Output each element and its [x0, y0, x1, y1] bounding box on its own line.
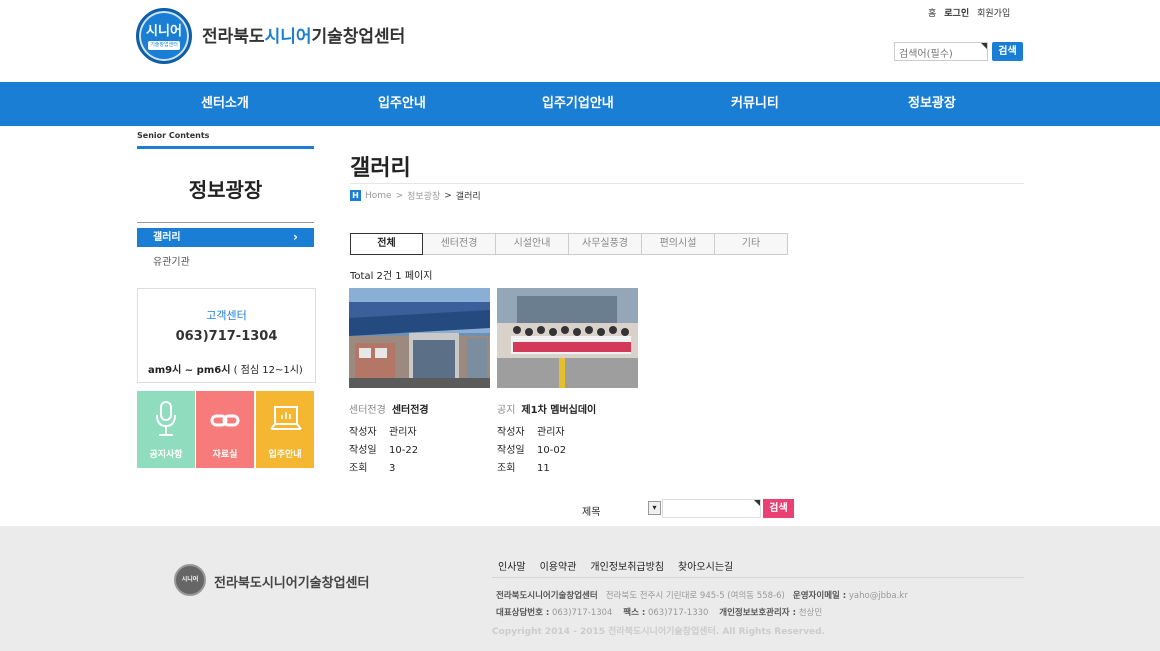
- login-link[interactable]: 로그인: [944, 6, 969, 19]
- tab-facilities[interactable]: 시설안내: [496, 233, 569, 255]
- footer-link-terms[interactable]: 이용약관: [540, 558, 577, 573]
- footer-logo: 시니어: [174, 564, 206, 596]
- microphone-icon: [156, 401, 176, 436]
- gallery-card: 센터전경 센터전경 작성자 관리자 작성일 10-22 조회 3: [349, 288, 491, 477]
- customer-center-box: 고객센터 063)717-1304 am9시 ~ pm6시 ( 점심 12~1시…: [137, 288, 316, 383]
- home-icon: H: [350, 190, 361, 201]
- sidebar-divider: [137, 146, 314, 149]
- logo-subtext: 기술창업센터: [148, 41, 180, 50]
- link-icon: [210, 414, 240, 427]
- laptop-icon: [270, 406, 302, 430]
- breadcrumb-current: 갤러리: [455, 192, 481, 202]
- sidebar-item-related[interactable]: 유관기관: [153, 253, 190, 268]
- search-field-select-value: 제목: [582, 507, 601, 518]
- footer-divider: [492, 577, 1024, 578]
- board-search-input[interactable]: [662, 499, 761, 518]
- tab-etc[interactable]: 기타: [715, 233, 788, 255]
- quick-notice[interactable]: 공지사항: [137, 391, 195, 468]
- nav-move-in[interactable]: 입주안내: [378, 82, 426, 126]
- header-search-button[interactable]: 검색: [992, 42, 1023, 61]
- sidebar-separator: [137, 222, 314, 223]
- card-meta: 작성자 관리자 작성일 10-22 조회 3: [349, 427, 419, 474]
- card-meta: 작성자 관리자 작성일 10-02 조회 11: [497, 427, 567, 474]
- footer-link-greeting[interactable]: 인사말: [498, 558, 526, 573]
- page-title: 갤러리: [350, 156, 411, 181]
- nav-community[interactable]: 커뮤니티: [731, 82, 779, 126]
- footer-info-2: 대표상담번호 : 063)717-1304 팩스 : 063)717-1330 …: [496, 608, 823, 618]
- gallery-thumbnail[interactable]: [497, 288, 638, 388]
- breadcrumb: H Home > 정보광장 > 갤러리: [350, 189, 481, 202]
- breadcrumb-parent[interactable]: 정보광장: [407, 189, 440, 202]
- card-title[interactable]: 공지 제1차 멤버십데이: [497, 401, 639, 416]
- nav-center-intro[interactable]: 센터소개: [201, 82, 249, 126]
- header-search-input[interactable]: 검색어(필수): [894, 42, 988, 61]
- tab-all[interactable]: 전체: [350, 233, 423, 255]
- gallery-thumbnail[interactable]: [349, 288, 490, 388]
- sidebar-label: Senior Contents: [137, 131, 210, 140]
- card-title[interactable]: 센터전경 센터전경: [349, 401, 491, 416]
- signup-link[interactable]: 회원가입: [977, 6, 1010, 19]
- gallery-card: 공지 제1차 멤버십데이 작성자 관리자 작성일 10-02 조회 11: [497, 288, 639, 477]
- cs-phone: 063)717-1304: [175, 329, 278, 344]
- logo[interactable]: 시니어 기술창업센터: [136, 8, 192, 64]
- footer-copyright: Copyright 2014 - 2015 전라북도시니어기술창업센터. All…: [492, 627, 826, 637]
- sidebar-item-gallery[interactable]: 갤러리 ›: [137, 228, 314, 247]
- total-count: Total 2건 1 페이지: [350, 271, 433, 282]
- tab-center-view[interactable]: 센터전경: [423, 233, 496, 255]
- footer-title: 전라북도시니어기술창업센터: [214, 576, 370, 591]
- title-divider: [350, 183, 1024, 184]
- chevron-down-icon[interactable]: ▾: [648, 501, 661, 515]
- top-links: 홈 로그인 회원가입: [928, 6, 1010, 19]
- chevron-right-icon: ›: [293, 230, 298, 244]
- cs-hours: am9시 ~ pm6시 ( 점심 12~1시): [148, 365, 303, 376]
- nav-companies[interactable]: 입주기업안내: [542, 82, 614, 126]
- logo-text: 시니어: [146, 24, 182, 39]
- tab-amenities[interactable]: 편의시설: [642, 233, 715, 255]
- footer-links: 인사말 이용약관 개인정보취급방침 찾아오시는길: [498, 558, 733, 573]
- footer-link-privacy[interactable]: 개인정보취급방침: [590, 558, 664, 573]
- cs-title: 고객센터: [206, 309, 247, 322]
- home-link[interactable]: 홈: [928, 6, 936, 19]
- board-search-button[interactable]: 검색: [763, 499, 794, 518]
- category-tabs: 전체 센터전경 시설안내 사무실풍경 편의시설 기타: [350, 233, 788, 255]
- tab-office[interactable]: 사무실풍경: [569, 233, 642, 255]
- quick-archive[interactable]: 자료실: [196, 391, 254, 468]
- sidebar-title: 정보광장: [188, 178, 263, 202]
- nav-info-plaza[interactable]: 정보광장: [908, 82, 956, 126]
- main-nav: 센터소개 입주안내 입주기업안내 커뮤니티 정보광장: [0, 82, 1160, 126]
- footer-info-1: 전라북도시니어기술창업센터 전라북도 전주시 기린대로 945-5 (여의동 5…: [496, 591, 908, 601]
- footer-link-directions[interactable]: 찾아오시는길: [678, 558, 733, 573]
- quick-move-in[interactable]: 입주안내: [256, 391, 314, 468]
- breadcrumb-home[interactable]: Home: [365, 191, 392, 201]
- site-title[interactable]: 전라북도시니어기술창업센터: [202, 22, 405, 47]
